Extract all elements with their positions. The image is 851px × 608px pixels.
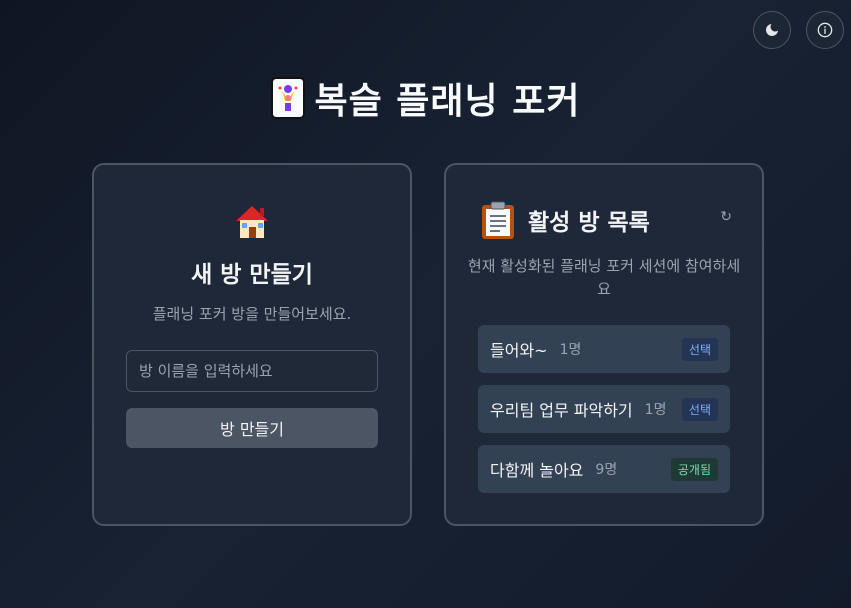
info-icon	[817, 22, 833, 38]
create-room-button[interactable]: 방 만들기	[126, 408, 378, 448]
moon-icon	[766, 24, 778, 36]
clipboard-icon	[482, 201, 514, 239]
page-title: 복슬 플래닝 포커	[0, 72, 851, 124]
room-list-item[interactable]: 들어와~ 1명 선택	[478, 325, 730, 373]
active-rooms-card: 활성 방 목록 ↻ 현재 활성화된 플래닝 포커 세션에 참여하세요 들어와~ …	[444, 163, 764, 526]
active-rooms-description: 현재 활성화된 플래닝 포커 세션에 참여하세요	[467, 257, 741, 298]
theme-toggle-button[interactable]	[753, 11, 791, 49]
create-room-card: 새 방 만들기 플래닝 포커 방을 만들어보세요. 방 만들기	[92, 163, 412, 526]
room-status-badge: 선택	[681, 337, 718, 361]
create-room-title: 새 방 만들기	[191, 262, 313, 288]
page-title-text: 복슬 플래닝 포커	[314, 81, 581, 122]
room-list-item[interactable]: 다함께 놀아요 9명 공개됨	[478, 445, 730, 493]
room-name: 들어와~	[490, 341, 548, 360]
room-list: 들어와~ 1명 선택 우리팀 업무 파악하기 1명 선택 다함께 놀아요 9명 …	[478, 325, 730, 505]
info-button[interactable]	[806, 11, 844, 49]
room-list-item[interactable]: 우리팀 업무 파악하기 1명 선택	[478, 385, 730, 433]
room-participant-count: 9명	[595, 462, 618, 478]
create-room-description: 플래닝 포커 방을 만들어보세요.	[152, 305, 352, 323]
house-icon	[236, 206, 268, 238]
joker-card-icon	[270, 77, 305, 119]
room-name: 우리팀 업무 파악하기	[490, 401, 633, 420]
room-participant-count: 1명	[644, 402, 667, 418]
room-status-badge: 선택	[681, 397, 718, 421]
active-rooms-title: 활성 방 목록	[528, 210, 650, 236]
room-status-badge: 공개됨	[670, 457, 718, 481]
room-name: 다함께 놀아요	[490, 461, 584, 480]
room-participant-count: 1명	[559, 342, 582, 358]
refresh-icon[interactable]: ↻	[720, 209, 732, 225]
active-rooms-header: 활성 방 목록	[480, 200, 650, 240]
room-name-input[interactable]	[126, 350, 378, 392]
